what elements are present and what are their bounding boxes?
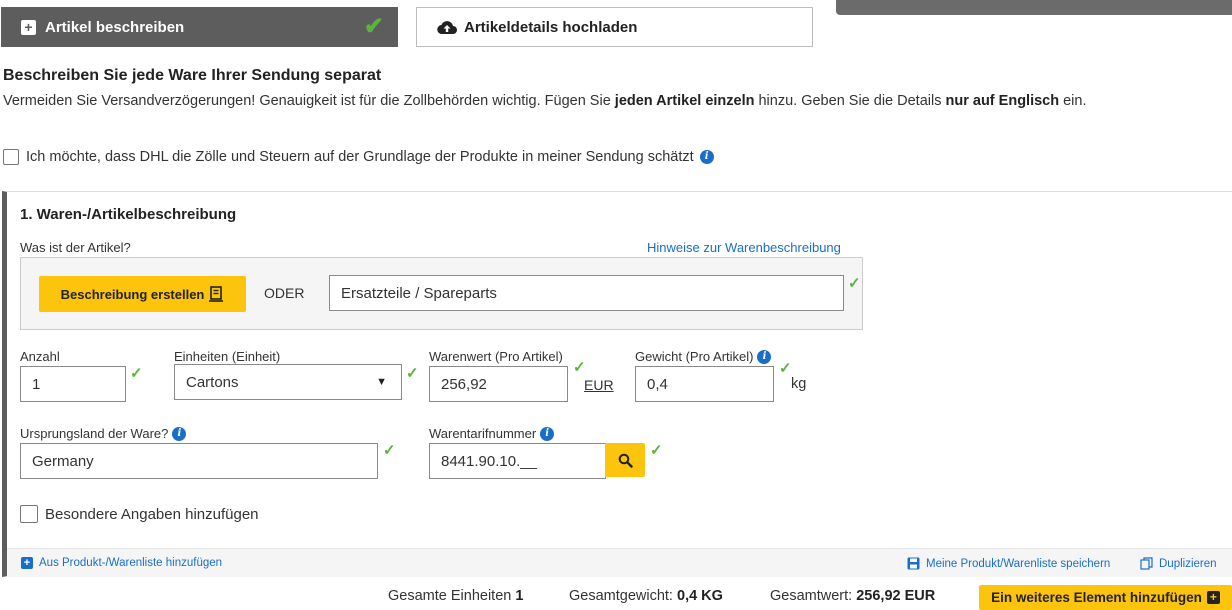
tab-describe-label: Artikel beschreiben xyxy=(45,18,185,36)
top-right-bar xyxy=(836,0,1232,15)
dropdown-arrow-icon: ▼ xyxy=(376,376,387,388)
add-from-list-link[interactable]: + Aus Produkt-/Warenliste hinzufügen xyxy=(21,557,222,569)
value-input[interactable]: 256,92 xyxy=(429,366,568,402)
estimate-duties-row: Ich möchte, dass DHL die Zölle und Steue… xyxy=(3,149,714,165)
edit-document-icon xyxy=(209,286,224,302)
or-label: ODER xyxy=(264,285,305,301)
cloud-upload-icon xyxy=(437,20,457,34)
units-select[interactable]: Cartons ▼ xyxy=(174,364,402,400)
info-icon[interactable]: i xyxy=(540,426,555,441)
valid-check-icon: ✓ xyxy=(650,442,663,459)
weight-input[interactable]: 0,4 xyxy=(635,366,774,402)
valid-check-icon: ✓ xyxy=(406,365,419,382)
valid-check-icon: ✓ xyxy=(383,442,396,459)
tab-describe-item[interactable]: + Artikel beschreiben ✔ xyxy=(1,7,398,47)
total-value: Gesamtwert: 256,92 EUR xyxy=(770,588,936,604)
tariff-label-row: Warentarifnummer i xyxy=(429,426,555,441)
total-weight: Gesamtgewicht: 0,4 KG xyxy=(569,588,723,604)
total-units: Gesamte Einheiten 1 xyxy=(388,588,524,604)
create-description-button[interactable]: Beschreibung erstellen xyxy=(39,276,246,312)
add-another-item-button[interactable]: Ein weiteres Element hinzufügen + xyxy=(979,585,1232,610)
country-input[interactable]: Germany xyxy=(20,443,378,479)
tariff-input[interactable]: 8441.90.10.__ xyxy=(429,443,606,479)
country-label-row: Ursprungsland der Ware? i xyxy=(20,426,187,441)
search-icon xyxy=(618,453,633,468)
plus-icon: + xyxy=(21,557,33,569)
item-section-title: 1. Waren-/Artikelbeschreibung xyxy=(20,206,237,223)
valid-check-icon: ✓ xyxy=(573,359,586,376)
page-heading: Beschreiben Sie jede Ware Ihrer Sendung … xyxy=(3,67,382,84)
tab-upload-details[interactable]: Artikeldetails hochladen xyxy=(416,7,813,47)
special-details-checkbox[interactable] xyxy=(20,505,38,523)
info-icon[interactable]: i xyxy=(172,426,187,441)
estimate-duties-checkbox[interactable] xyxy=(3,149,19,165)
copy-icon xyxy=(1140,557,1153,570)
instruction-text: Vermeiden Sie Versandverzögerungen! Gena… xyxy=(3,93,1087,109)
duplicate-link[interactable]: Duplizieren xyxy=(1140,557,1217,570)
tab-upload-label: Artikeldetails hochladen xyxy=(464,18,638,36)
quantity-input[interactable]: 1 xyxy=(20,366,126,402)
quantity-label: Anzahl xyxy=(20,349,60,364)
country-label: Ursprungsland der Ware? xyxy=(20,426,169,441)
estimate-duties-label: Ich möchte, dass DHL die Zölle und Steue… xyxy=(26,149,694,165)
valid-check-icon: ✓ xyxy=(130,365,143,382)
valid-check-icon: ✓ xyxy=(779,360,792,377)
description-hints-link[interactable]: Hinweise zur Warenbeschreibung xyxy=(647,240,841,255)
tariff-label: Warentarifnummer xyxy=(429,426,537,441)
checkmark-icon: ✔ xyxy=(363,13,384,40)
description-input[interactable]: Ersatzteile / Spareparts xyxy=(329,275,844,311)
currency-link[interactable]: EUR xyxy=(584,377,614,393)
plus-icon: + xyxy=(1206,591,1220,604)
special-details-row: Besondere Angaben hinzufügen xyxy=(20,505,259,523)
value-label: Warenwert (Pro Artikel) xyxy=(429,349,563,364)
tariff-search-button[interactable] xyxy=(605,443,645,477)
special-details-label: Besondere Angaben hinzufügen xyxy=(45,505,259,523)
weight-label-row: Gewicht (Pro Artikel) i xyxy=(635,349,772,364)
info-icon[interactable]: i xyxy=(699,150,714,164)
weight-unit: kg xyxy=(791,376,807,392)
valid-check-icon: ✓ xyxy=(848,275,861,292)
weight-label: Gewicht (Pro Artikel) xyxy=(635,349,754,364)
save-icon xyxy=(907,557,920,570)
units-label: Einheiten (Einheit) xyxy=(174,349,281,364)
info-icon[interactable]: i xyxy=(757,349,772,364)
plus-icon: + xyxy=(21,19,36,35)
what-item-label: Was ist der Artikel? xyxy=(20,240,131,255)
save-list-link[interactable]: Meine Produkt/Warenliste speichern xyxy=(907,557,1110,570)
